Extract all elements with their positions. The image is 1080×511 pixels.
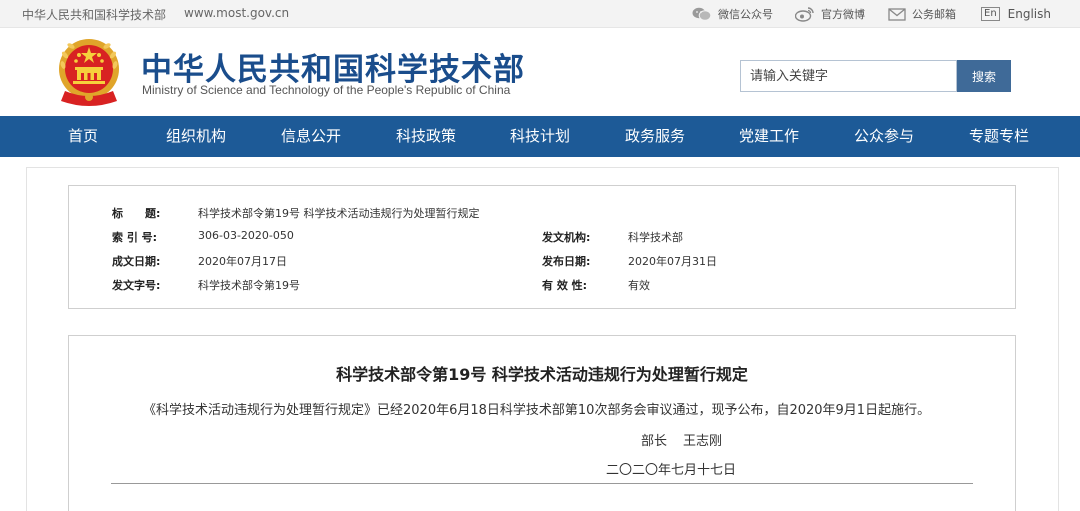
meta-validity-label: 有 效 性: xyxy=(542,279,588,292)
nav-item-policy[interactable]: 科技政策 xyxy=(396,116,456,157)
weibo-icon xyxy=(795,7,814,22)
meta-index-value: 306-03-2020-050 xyxy=(198,229,294,242)
mail-link[interactable]: 公务邮箱 xyxy=(888,5,956,23)
meta-issuer-value: 科学技术部 xyxy=(628,231,683,244)
meta-title-value: 科学技术部令第19号 科学技术活动违规行为处理暂行规定 xyxy=(198,207,480,220)
site-title-en: Ministry of Science and Technology of th… xyxy=(142,83,511,97)
signatory-title: 部长 xyxy=(641,434,668,449)
mail-label: 公务邮箱 xyxy=(912,8,956,21)
wechat-link[interactable]: 微信公众号 xyxy=(692,5,773,23)
meta-docno-value: 科学技术部令第19号 xyxy=(198,279,300,292)
search-button[interactable]: 搜索 xyxy=(957,60,1011,92)
nav-item-party-building[interactable]: 党建工作 xyxy=(739,116,799,157)
meta-docno-label: 发文字号: xyxy=(112,279,161,292)
national-emblem-icon[interactable] xyxy=(57,35,121,111)
nav-item-organization[interactable]: 组织机构 xyxy=(166,116,226,157)
top-site-name: 中华人民共和国科学技术部 xyxy=(22,8,167,22)
weibo-link[interactable]: 官方微博 xyxy=(795,5,865,23)
english-icon: En xyxy=(981,7,1000,21)
nav-item-programs[interactable]: 科技计划 xyxy=(510,116,570,157)
wechat-icon xyxy=(692,7,712,21)
meta-validity-value: 有效 xyxy=(628,279,650,292)
document-title: 科学技术部令第19号 科学技术活动违规行为处理暂行规定 xyxy=(336,365,748,384)
signatory-name: 王志刚 xyxy=(683,434,723,449)
top-site-url[interactable]: www.most.gov.cn xyxy=(184,6,289,20)
nav-item-special-topics[interactable]: 专题专栏 xyxy=(969,116,1029,157)
meta-issuer-label: 发文机构: xyxy=(542,231,591,244)
meta-title-label: 标 题: xyxy=(112,207,161,220)
nav-item-info-disclosure[interactable]: 信息公开 xyxy=(281,116,341,157)
english-link[interactable]: En English xyxy=(981,5,1051,23)
top-bar: 中华人民共和国科学技术部 www.most.gov.cn 微信公众号 官方微博 … xyxy=(0,0,1080,28)
site-header: 中华人民共和国科学技术部 Ministry of Science and Tec… xyxy=(0,29,1080,115)
meta-index-label: 索 引 号: xyxy=(112,231,158,244)
nav-item-services[interactable]: 政务服务 xyxy=(625,116,685,157)
main-nav: 首页 组织机构 信息公开 科技政策 科技计划 政务服务 党建工作 公众参与 专题… xyxy=(0,116,1080,157)
document-body-text: 《科学技术活动违规行为处理暂行规定》已经2020年6月18日科学技术部第10次部… xyxy=(143,403,931,418)
meta-created-label: 成文日期: xyxy=(112,255,161,268)
document-date: 二〇二〇年七月十七日 xyxy=(606,463,737,478)
divider xyxy=(111,483,973,484)
wechat-label: 微信公众号 xyxy=(718,8,773,21)
nav-item-public-participation[interactable]: 公众参与 xyxy=(854,116,914,157)
weibo-label: 官方微博 xyxy=(821,8,865,21)
meta-published-value: 2020年07月31日 xyxy=(628,255,717,268)
nav-item-home[interactable]: 首页 xyxy=(68,116,98,157)
english-label: English xyxy=(1007,7,1051,21)
meta-created-value: 2020年07月17日 xyxy=(198,255,287,268)
search-input[interactable] xyxy=(740,60,957,92)
mail-icon xyxy=(888,7,906,21)
meta-published-label: 发布日期: xyxy=(542,255,591,268)
